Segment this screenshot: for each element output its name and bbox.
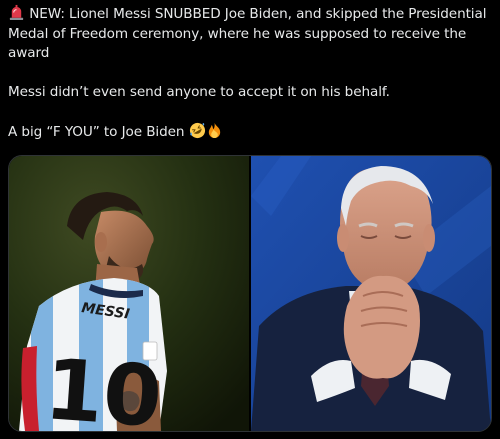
jersey-number: 10 — [42, 340, 165, 431]
fire-icon — [206, 122, 223, 139]
post-paragraph-1: NEW: Lionel Messi SNUBBED Joe Biden, and… — [8, 4, 494, 64]
closing-text: A big “F YOU” to Joe Biden — [8, 124, 185, 140]
rolling-laughing-icon — [189, 122, 206, 139]
post-text: NEW: Lionel Messi SNUBBED Joe Biden, and… — [8, 4, 494, 143]
headline-text: NEW: Lionel Messi SNUBBED Joe Biden, and… — [8, 6, 487, 61]
biden-photo[interactable] — [251, 156, 491, 431]
post-paragraph-3: A big “F YOU” to Joe Biden — [8, 122, 494, 143]
messi-photo[interactable]: MESSI 10 — [9, 156, 249, 431]
post-paragraph-2: Messi didn’t even send anyone to accept … — [8, 84, 390, 100]
media-grid: MESSI 10 — [8, 155, 492, 432]
police-light-icon — [8, 4, 25, 21]
